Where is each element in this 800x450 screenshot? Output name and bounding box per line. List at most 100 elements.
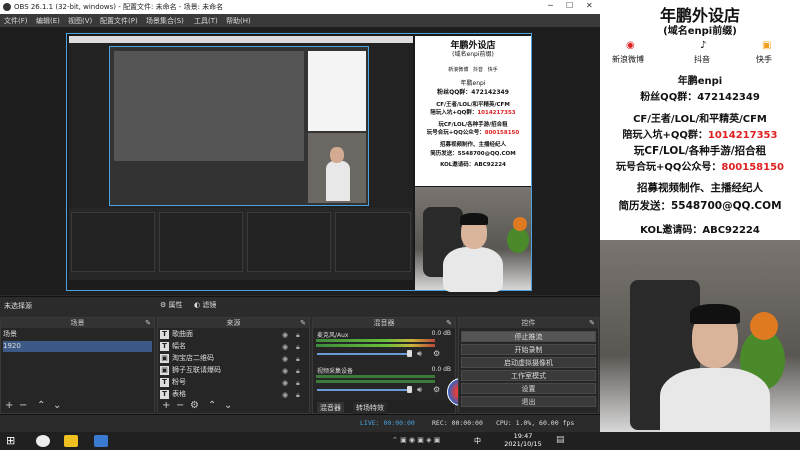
nested-taskbar bbox=[69, 280, 413, 290]
filters-button[interactable]: ◐ 滤镜 bbox=[194, 300, 216, 310]
canvas-ad-team: 陪玩入坑+QQ群：1014217353 bbox=[430, 110, 516, 116]
stop-streaming-button[interactable]: 停止推流 bbox=[461, 331, 596, 342]
dock-settings-icon[interactable]: ✎ bbox=[589, 318, 595, 328]
nested-inner-screen bbox=[114, 51, 304, 161]
obs-window: OBS 26.1.1 (32-bit, windows) - 配置文件: 未命名… bbox=[0, 0, 600, 432]
sources-dock: 来源 ✎ T 歌曲面 T 幅名 ▣ 淘宝店二维码 ▣ 狮子互联请爆码 T 粉号 T 表格 ◉ 🔒… bbox=[157, 317, 310, 414]
move-up-icon[interactable]: ⌃ bbox=[208, 400, 216, 411]
ad-play: 玩CF/LOL/各种手游/招合租 bbox=[633, 145, 767, 157]
visibility-icon[interactable]: ◉ bbox=[282, 331, 288, 339]
exit-button[interactable]: 退出 bbox=[461, 396, 596, 407]
canvas-webcam bbox=[415, 187, 531, 292]
volume-slider-knob[interactable] bbox=[407, 386, 412, 393]
volume-slider[interactable] bbox=[317, 353, 409, 355]
speaker-icon[interactable]: 🔊︎ bbox=[417, 385, 422, 395]
scene-item[interactable]: 场景 bbox=[3, 329, 152, 340]
visibility-icon[interactable]: ◉ bbox=[282, 379, 288, 387]
mixer-dock: 混音器 ✎ 麦克风/Aux 0.0 dB 🔊︎ ⚙ 视频采集设备 0.0 dB 🔊… bbox=[312, 317, 475, 414]
lock-icon[interactable]: 🔒︎ bbox=[296, 343, 300, 352]
canvas-ad-recruit: 招募视频制作、主播经纪人 bbox=[439, 142, 506, 148]
move-down-icon[interactable]: ⌄ bbox=[224, 400, 232, 411]
mixer-channel-db: 0.0 dB bbox=[431, 366, 451, 373]
kuaishou-icon: ▣ bbox=[762, 40, 772, 51]
preview-canvas[interactable]: 年鹏外设店 (域名enpi前缀) 新浪微博 抖音 快手 年鹏enpi 粉丝QQ群… bbox=[66, 33, 532, 292]
clock-time: 19:47 bbox=[513, 432, 533, 440]
menu-view[interactable]: 视图(V) bbox=[68, 16, 92, 26]
scenes-dock: 场景 ✎ 场景 1920 + − ⌃ ⌄ bbox=[0, 317, 155, 414]
visibility-icon[interactable]: ◉ bbox=[282, 391, 288, 399]
scene-item[interactable]: 1920 bbox=[3, 341, 152, 352]
visibility-icon[interactable]: ◉ bbox=[282, 355, 288, 363]
canvas-ad-handle: 年鹏enpi bbox=[460, 80, 486, 87]
add-icon[interactable]: + bbox=[162, 400, 170, 411]
canvas-ad-gzh: 玩号合玩+QQ公众号：800158150 bbox=[426, 130, 520, 136]
social-tiktok-label: 抖音 bbox=[694, 55, 710, 64]
window-taskbar-icon[interactable] bbox=[94, 435, 108, 447]
dock-settings-icon[interactable]: ✎ bbox=[145, 318, 151, 328]
streamer-hair bbox=[690, 304, 740, 324]
tray-icons[interactable]: ⌃ ▣ ◉ ▣ ◈ ▣ bbox=[392, 436, 440, 444]
nested-webcam bbox=[308, 133, 366, 203]
menu-tools[interactable]: 工具(T) bbox=[194, 16, 218, 26]
menu-help[interactable]: 帮助(H) bbox=[226, 16, 251, 26]
text-source-icon: T bbox=[160, 377, 169, 387]
move-down-icon[interactable]: ⌄ bbox=[53, 400, 61, 411]
orange-toy bbox=[750, 312, 778, 340]
lock-icon[interactable]: 🔒︎ bbox=[296, 331, 300, 340]
start-virtual-camera-button[interactable]: 启动虚拟摄像机 bbox=[461, 357, 596, 368]
audio-meter bbox=[316, 375, 435, 378]
close-icon[interactable]: ✕ bbox=[586, 1, 593, 10]
ad-team: 陪玩入坑+QQ群：1014217353 bbox=[622, 130, 778, 141]
ime-indicator[interactable]: 中 bbox=[474, 436, 481, 446]
ad-handle: 年鹏enpi bbox=[677, 76, 723, 87]
taskbar-clock[interactable]: 19:47 2021/10/15 bbox=[496, 432, 550, 448]
menu-scene-collection[interactable]: 场景集合(S) bbox=[146, 16, 184, 26]
remove-icon[interactable]: − bbox=[176, 400, 184, 411]
properties-button[interactable]: ⚙ 属性 bbox=[160, 300, 183, 310]
ad-qq-fans: 粉丝QQ群：472142349 bbox=[640, 92, 760, 103]
volume-slider-knob[interactable] bbox=[407, 350, 412, 357]
start-recording-button[interactable]: 开始录制 bbox=[461, 344, 596, 355]
studio-mode-button[interactable]: 工作室模式 bbox=[461, 370, 596, 381]
visibility-icon[interactable]: ◉ bbox=[282, 367, 288, 375]
menu-edit[interactable]: 编辑(E) bbox=[36, 16, 60, 26]
dock-settings-icon[interactable]: ✎ bbox=[300, 318, 306, 328]
tiktok-icon: ♪ bbox=[700, 40, 707, 51]
settings-button[interactable]: 设置 bbox=[461, 383, 596, 394]
nested-docks bbox=[69, 208, 413, 280]
ad-resume: 简历发送：5548700@QQ.COM bbox=[618, 200, 782, 212]
lock-icon[interactable]: 🔒︎ bbox=[296, 379, 300, 388]
windows-start-icon[interactable]: ⊞ bbox=[6, 434, 20, 447]
minimize-icon[interactable]: ─ bbox=[548, 1, 553, 10]
lock-icon[interactable]: 🔒︎ bbox=[296, 391, 300, 400]
add-icon[interactable]: + bbox=[5, 400, 13, 411]
nested-title-bar bbox=[69, 36, 413, 43]
remove-icon[interactable]: − bbox=[19, 400, 27, 411]
lock-icon[interactable]: 🔒︎ bbox=[296, 355, 300, 364]
move-up-icon[interactable]: ⌃ bbox=[37, 400, 45, 411]
notification-icon[interactable]: ▤ bbox=[556, 435, 565, 445]
image-source-icon: ▣ bbox=[160, 353, 169, 363]
gear-icon[interactable]: ⚙ bbox=[433, 349, 440, 358]
volume-slider[interactable] bbox=[317, 389, 409, 391]
mixer-tab-bar: 混音器 转场特效 bbox=[313, 400, 455, 414]
lock-icon[interactable]: 🔒︎ bbox=[296, 367, 300, 376]
visibility-icon[interactable]: ◉ bbox=[282, 343, 288, 351]
source-toolbar: 未选择源 ⚙ 属性 ◐ 滤镜 bbox=[0, 296, 600, 313]
cpu-status: CPU: 1.0%, 60.00 fps bbox=[496, 419, 575, 427]
obs-taskbar-icon[interactable] bbox=[36, 435, 50, 447]
speaker-icon[interactable]: 🔊︎ bbox=[417, 349, 422, 359]
tab-transitions[interactable]: 转场特效 bbox=[353, 402, 387, 414]
mixer-channel-db: 0.0 dB bbox=[431, 330, 451, 337]
audio-meter bbox=[316, 339, 435, 342]
app-taskbar-icon[interactable] bbox=[64, 435, 78, 447]
windows-taskbar: ⊞ ⌃ ▣ ◉ ▣ ◈ ▣ 中 19:47 2021/10/15 ▤ bbox=[0, 432, 800, 450]
menu-bar: 文件(F) 编辑(E) 视图(V) 配置文件(P) 场景集合(S) 工具(T) … bbox=[0, 14, 600, 27]
menu-profile[interactable]: 配置文件(P) bbox=[100, 16, 138, 26]
gear-icon[interactable]: ⚙ bbox=[433, 385, 440, 394]
menu-file[interactable]: 文件(F) bbox=[4, 16, 28, 26]
tab-mixer[interactable]: 混音器 bbox=[317, 402, 344, 414]
dock-settings-icon[interactable]: ✎ bbox=[446, 318, 452, 328]
maximize-icon[interactable]: ☐ bbox=[566, 1, 573, 10]
gear-icon[interactable]: ⚙ bbox=[190, 400, 199, 411]
